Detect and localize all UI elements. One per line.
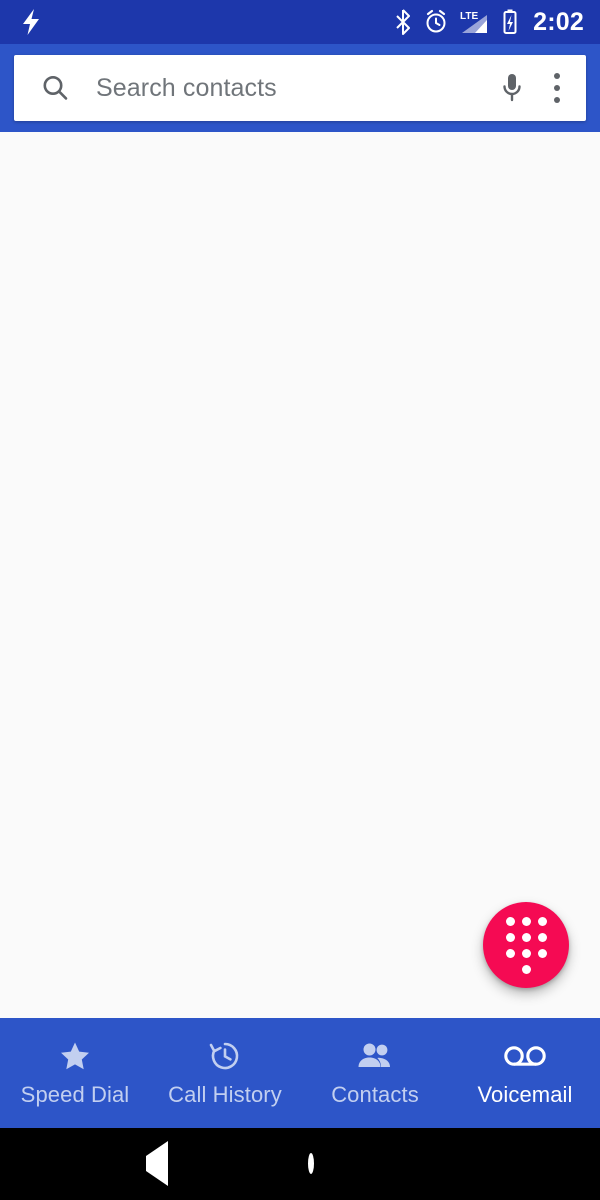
bottom-navigation: Speed Dial Call History Contacts Voicema… — [0, 1018, 600, 1128]
status-bar-clock: 2:02 — [533, 7, 584, 36]
lte-signal-icon: LTE — [459, 9, 491, 35]
dialpad-dot — [537, 932, 547, 942]
voicemail-icon — [503, 1039, 547, 1073]
app-bar: Search contacts — [0, 44, 600, 132]
dialpad-dot — [537, 916, 547, 926]
tab-call-history[interactable]: Call History — [150, 1018, 300, 1128]
tab-label: Voicemail — [477, 1081, 573, 1107]
star-icon — [59, 1039, 91, 1073]
svg-text:LTE: LTE — [460, 11, 478, 22]
overflow-dot — [554, 73, 560, 79]
bluetooth-icon — [393, 9, 413, 35]
overflow-menu-icon[interactable] — [540, 73, 568, 103]
tab-label: Contacts — [331, 1081, 419, 1107]
dialpad-dot — [537, 948, 547, 958]
microphone-icon[interactable] — [484, 71, 540, 105]
overflow-dot — [554, 97, 560, 103]
back-triangle-icon — [146, 1141, 168, 1186]
status-bar-left — [20, 8, 42, 36]
dialpad-dot — [521, 916, 531, 926]
dialpad-dot — [521, 932, 531, 942]
flash-icon — [20, 8, 42, 36]
alarm-clock-icon — [424, 9, 448, 35]
status-bar: LTE 2:02 — [0, 0, 600, 44]
dialpad-dot — [505, 916, 515, 926]
dialer-app-screen: LTE 2:02 Search contacts Speed Dial Call… — [0, 0, 600, 1200]
system-navigation-bar — [0, 1128, 600, 1200]
home-circle-icon — [308, 1153, 314, 1174]
tab-label: Call History — [168, 1081, 282, 1107]
tab-speed-dial[interactable]: Speed Dial — [0, 1018, 150, 1128]
overflow-dot — [554, 85, 560, 91]
dialpad-dot — [505, 948, 515, 958]
search-icon — [40, 73, 70, 103]
dialpad-fab[interactable] — [483, 902, 569, 988]
search-input[interactable]: Search contacts — [96, 74, 484, 103]
tab-voicemail[interactable]: Voicemail — [450, 1018, 600, 1128]
search-bar[interactable]: Search contacts — [14, 55, 586, 121]
tab-contacts[interactable]: Contacts — [300, 1018, 450, 1128]
dialpad-icon — [505, 916, 547, 974]
dialpad-dot — [521, 964, 531, 974]
dialpad-dot — [505, 932, 515, 942]
tab-label: Speed Dial — [20, 1081, 130, 1107]
voicemail-list-empty — [0, 132, 600, 1018]
history-clock-icon — [208, 1039, 242, 1073]
status-bar-right: LTE 2:02 — [393, 8, 584, 37]
people-icon — [357, 1039, 393, 1073]
battery-charging-icon — [502, 9, 518, 35]
dialpad-dot — [521, 948, 531, 958]
content-area — [0, 132, 600, 1018]
